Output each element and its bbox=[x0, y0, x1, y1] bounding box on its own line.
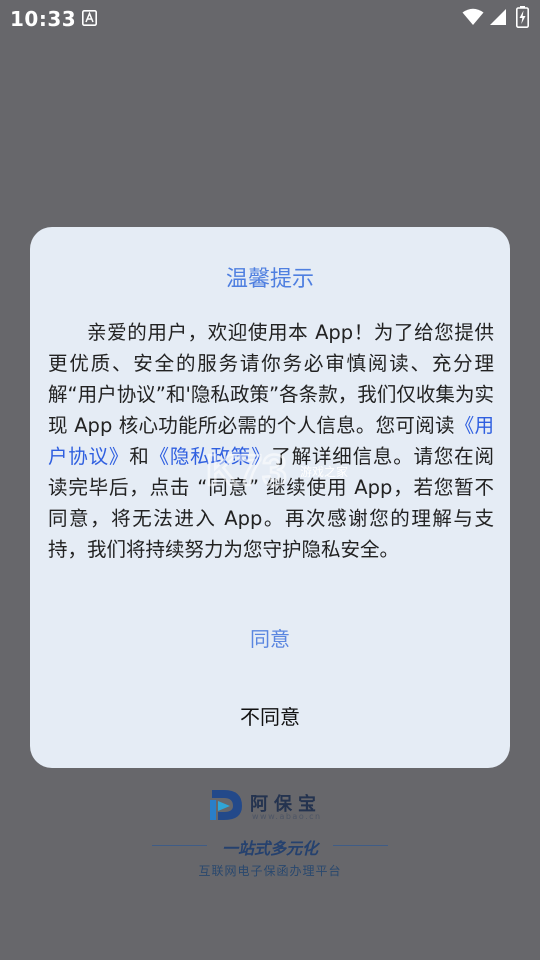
status-bar: 10:33 bbox=[0, 0, 540, 38]
dialog-body-intro: 亲爱的用户，欢迎使用本 App！为了给您提供更优质、安全的服务请你务必审慎阅读、… bbox=[48, 321, 494, 437]
brand-subtitle: 互联网电子保函办理平台 bbox=[198, 864, 342, 878]
brand-divider-right bbox=[333, 845, 388, 846]
status-time: 10:33 bbox=[10, 7, 77, 31]
notification-a-icon bbox=[82, 10, 97, 26]
privacy-policy-link[interactable]: 《隐私政策》 bbox=[150, 445, 272, 468]
dialog-body: 亲爱的用户，欢迎使用本 App！为了给您提供更优质、安全的服务请你务必审慎阅读、… bbox=[48, 317, 494, 565]
signal-icon bbox=[490, 9, 506, 25]
dialog-title: 温馨提示 bbox=[225, 267, 314, 292]
brand-slogan: 一站式多元化 bbox=[221, 839, 318, 858]
disagree-button[interactable]: 不同意 bbox=[170, 697, 370, 737]
brand-area: 阿保宝 www.abao.cn 一站式多元化 互联网电子保函办理平台 bbox=[0, 782, 540, 892]
brand-logo-icon bbox=[210, 790, 242, 820]
brand-divider-left bbox=[152, 845, 207, 846]
dialog-body-and: 和 bbox=[129, 445, 150, 468]
privacy-dialog: 温馨提示 亲爱的用户，欢迎使用本 App！为了给您提供更优质、安全的服务请你务必… bbox=[30, 227, 510, 768]
brand-url: www.abao.cn bbox=[252, 812, 322, 821]
agree-button[interactable]: 同意 bbox=[170, 619, 370, 659]
watermark-text: 游戏之家 bbox=[300, 465, 349, 479]
wifi-icon bbox=[462, 8, 484, 25]
battery-charging-icon bbox=[516, 6, 529, 28]
